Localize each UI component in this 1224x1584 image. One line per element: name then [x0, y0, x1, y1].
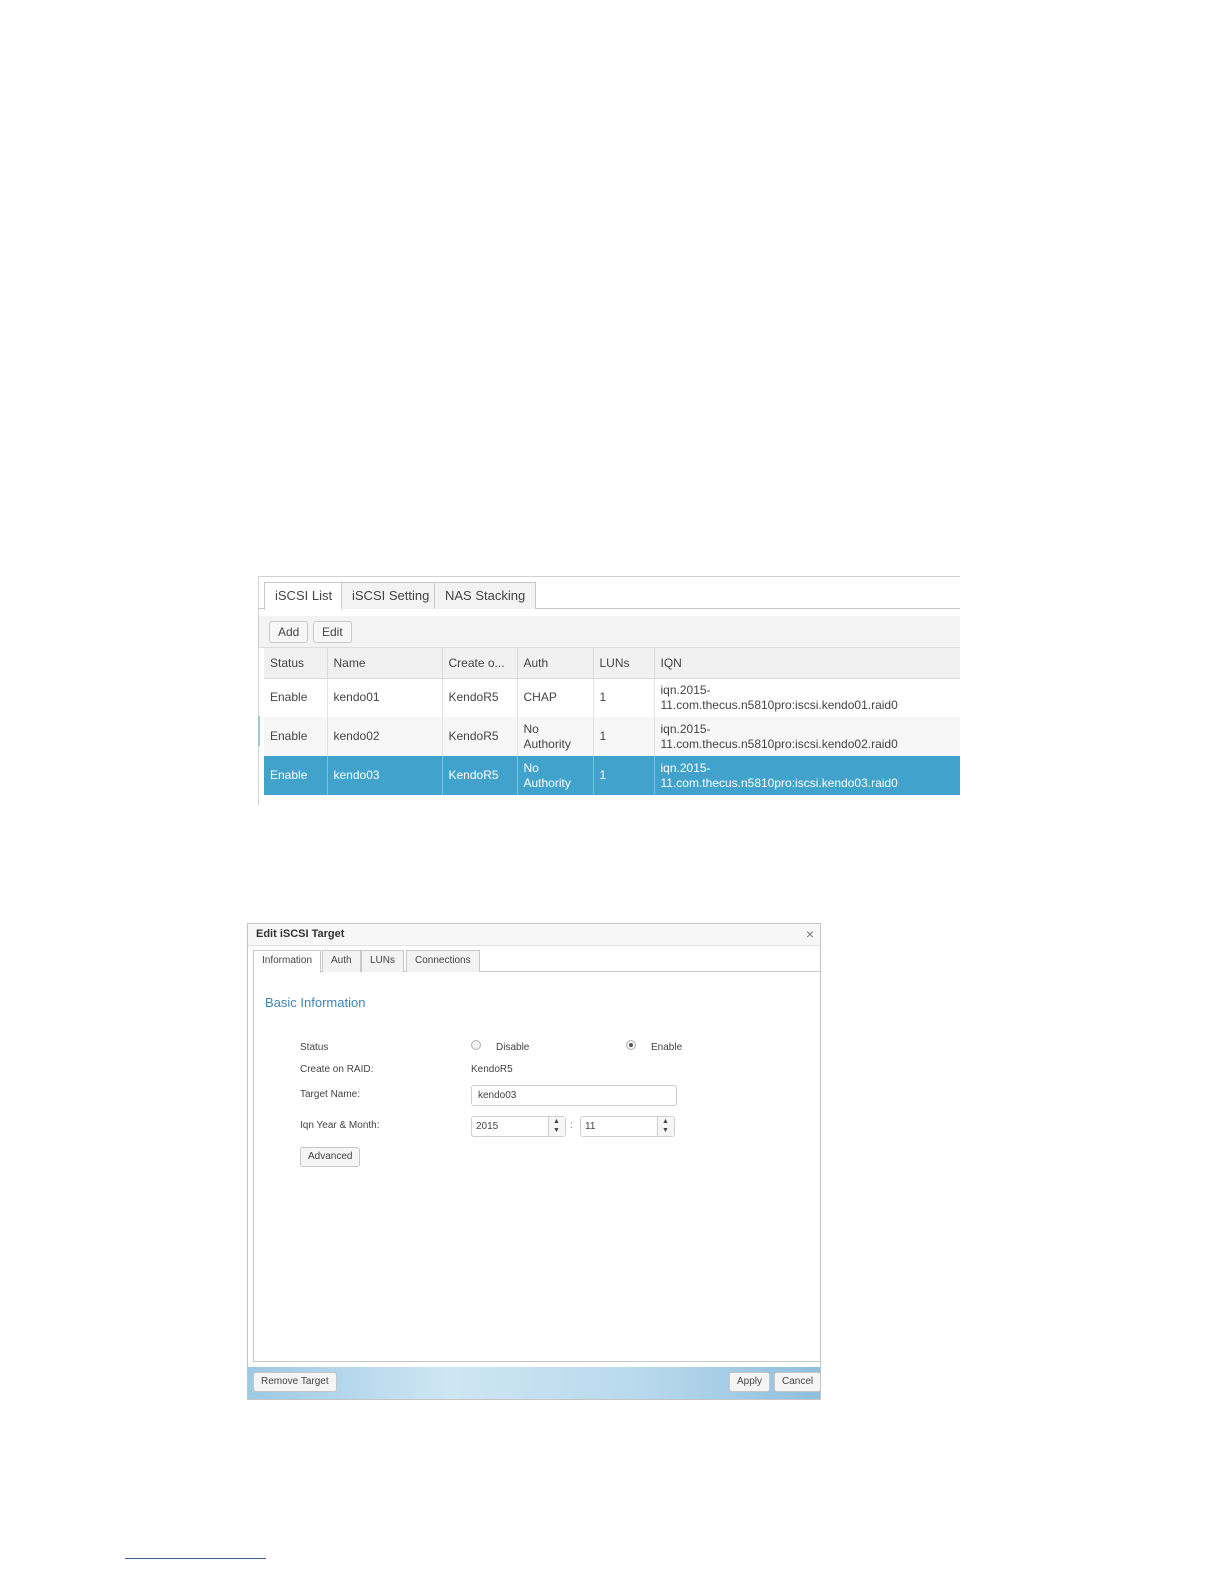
column-header-name[interactable]: Name	[327, 648, 443, 679]
chevron-down-icon[interactable]: ▼	[662, 1127, 669, 1134]
iqn-separator: :	[570, 1120, 573, 1131]
column-header-create-on[interactable]: Create o...	[442, 648, 518, 679]
cell-auth: CHAP	[517, 678, 594, 717]
cell-luns: 1	[593, 678, 655, 717]
auth-line-2: Authority	[523, 736, 571, 751]
iscsi-target-table: Status Name Create o... Auth LUNs IQN En…	[264, 648, 960, 795]
cell-iqn: iqn.2015- 11.com.thecus.n5810pro:iscsi.k…	[654, 756, 960, 795]
auth-line-2: Authority	[523, 775, 571, 790]
iqn-line-1: iqn.2015-	[660, 721, 711, 736]
tab-iscsi-setting[interactable]: iSCSI Setting	[341, 582, 441, 609]
iqn-year-value: 2015	[476, 1121, 499, 1132]
iscsi-list-panel: iSCSI List iSCSI Setting NAS Stacking Ad…	[258, 576, 960, 805]
cell-status: Enable	[264, 678, 328, 717]
cell-iqn: iqn.2015- 11.com.thecus.n5810pro:iscsi.k…	[654, 678, 960, 717]
status-enable-radio[interactable]	[626, 1040, 636, 1050]
panel-left-accent	[258, 716, 260, 746]
column-header-iqn[interactable]: IQN	[654, 648, 960, 679]
iqn-line-1: iqn.2015-	[660, 760, 711, 775]
cell-create-on: KendoR5	[442, 756, 518, 795]
iqn-month-spin-buttons: ▲ ▼	[657, 1117, 674, 1136]
add-button[interactable]: Add	[269, 621, 309, 643]
raid-label: Create on RAID:	[300, 1064, 374, 1075]
advanced-button[interactable]: Advanced	[300, 1147, 361, 1167]
information-panel	[253, 972, 820, 1362]
section-title: Basic Information	[265, 995, 366, 1010]
target-name-input[interactable]: kendo03	[471, 1085, 677, 1106]
cell-name: kendo01	[327, 678, 443, 717]
footnote-separator	[125, 1558, 266, 1559]
column-header-luns[interactable]: LUNs	[593, 648, 655, 679]
column-header-status[interactable]: Status	[264, 648, 328, 679]
target-name-label: Target Name:	[300, 1089, 361, 1100]
auth-line-1: No	[523, 760, 539, 775]
tab-connections[interactable]: Connections	[406, 950, 480, 972]
cell-auth: No Authority	[517, 756, 594, 795]
table-bottom-area	[264, 798, 960, 805]
cell-auth: No Authority	[517, 717, 594, 756]
cell-luns: 1	[593, 756, 655, 795]
cancel-button[interactable]: Cancel	[774, 1372, 822, 1392]
tab-luns[interactable]: LUNs	[361, 950, 405, 972]
chevron-up-icon[interactable]: ▲	[662, 1118, 669, 1125]
column-header-auth[interactable]: Auth	[517, 648, 594, 679]
edit-iscsi-target-dialog: Edit iSCSI Target × Information Auth LUN…	[247, 923, 822, 1400]
chevron-up-icon[interactable]: ▲	[553, 1118, 560, 1125]
tab-iscsi-list[interactable]: iSCSI List	[264, 582, 344, 610]
iqn-line-1: iqn.2015-	[660, 682, 711, 697]
tab-nas-stacking[interactable]: NAS Stacking	[434, 582, 537, 609]
table-row[interactable]: Enable kendo01 KendoR5 CHAP 1 iqn.2015- …	[264, 678, 960, 717]
auth-line-1: No	[523, 721, 539, 736]
panel-border-top	[258, 576, 960, 577]
table-header-row: Status Name Create o... Auth LUNs IQN	[264, 648, 960, 679]
iqn-month-value: 11	[585, 1121, 596, 1132]
table-row[interactable]: Enable kendo02 KendoR5 No Authority 1 iq…	[264, 717, 960, 756]
panel-border-left	[258, 576, 259, 805]
iqn-label: Iqn Year & Month:	[300, 1120, 380, 1131]
table-row-selected[interactable]: Enable kendo03 KendoR5 No Authority 1 iq…	[264, 756, 960, 795]
raid-value: KendoR5	[471, 1064, 513, 1075]
dialog-title: Edit iSCSI Target	[256, 928, 345, 940]
iqn-line-2: 11.com.thecus.n5810pro:iscsi.kendo01.rai…	[660, 697, 898, 712]
cell-name: kendo03	[327, 756, 443, 795]
iqn-year-stepper[interactable]: 2015 ▲ ▼	[471, 1116, 566, 1137]
cell-status: Enable	[264, 717, 328, 756]
cell-name: kendo02	[327, 717, 443, 756]
iqn-line-2: 11.com.thecus.n5810pro:iscsi.kendo03.rai…	[660, 775, 898, 790]
iqn-year-spin-buttons: ▲ ▼	[548, 1117, 565, 1136]
cell-luns: 1	[593, 717, 655, 756]
cell-iqn: iqn.2015- 11.com.thecus.n5810pro:iscsi.k…	[654, 717, 960, 756]
status-disable-radio[interactable]	[471, 1040, 481, 1050]
dialog-tabstrip: Information Auth LUNs Connections	[253, 950, 820, 973]
status-label: Status	[300, 1042, 329, 1053]
close-icon[interactable]: ×	[806, 926, 814, 942]
edit-button[interactable]: Edit	[313, 621, 352, 643]
status-enable-label: Enable	[651, 1042, 683, 1053]
cell-create-on: KendoR5	[442, 678, 518, 717]
dialog-footer: Remove Target Apply Cancel	[248, 1367, 822, 1399]
tab-auth[interactable]: Auth	[322, 950, 361, 972]
iscsi-toolbar: Add Edit	[259, 616, 960, 648]
tab-information[interactable]: Information	[253, 950, 322, 973]
remove-target-button[interactable]: Remove Target	[253, 1372, 337, 1392]
apply-button[interactable]: Apply	[729, 1372, 771, 1392]
status-disable-label: Disable	[496, 1042, 530, 1053]
iqn-line-2: 11.com.thecus.n5810pro:iscsi.kendo02.rai…	[660, 736, 898, 751]
cell-status: Enable	[264, 756, 328, 795]
iqn-month-stepper[interactable]: 11 ▲ ▼	[580, 1116, 675, 1137]
dialog-titlebar: Edit iSCSI Target ×	[248, 924, 820, 946]
iscsi-tabstrip: iSCSI List iSCSI Setting NAS Stacking	[259, 582, 960, 610]
cell-create-on: KendoR5	[442, 717, 518, 756]
chevron-down-icon[interactable]: ▼	[553, 1127, 560, 1134]
